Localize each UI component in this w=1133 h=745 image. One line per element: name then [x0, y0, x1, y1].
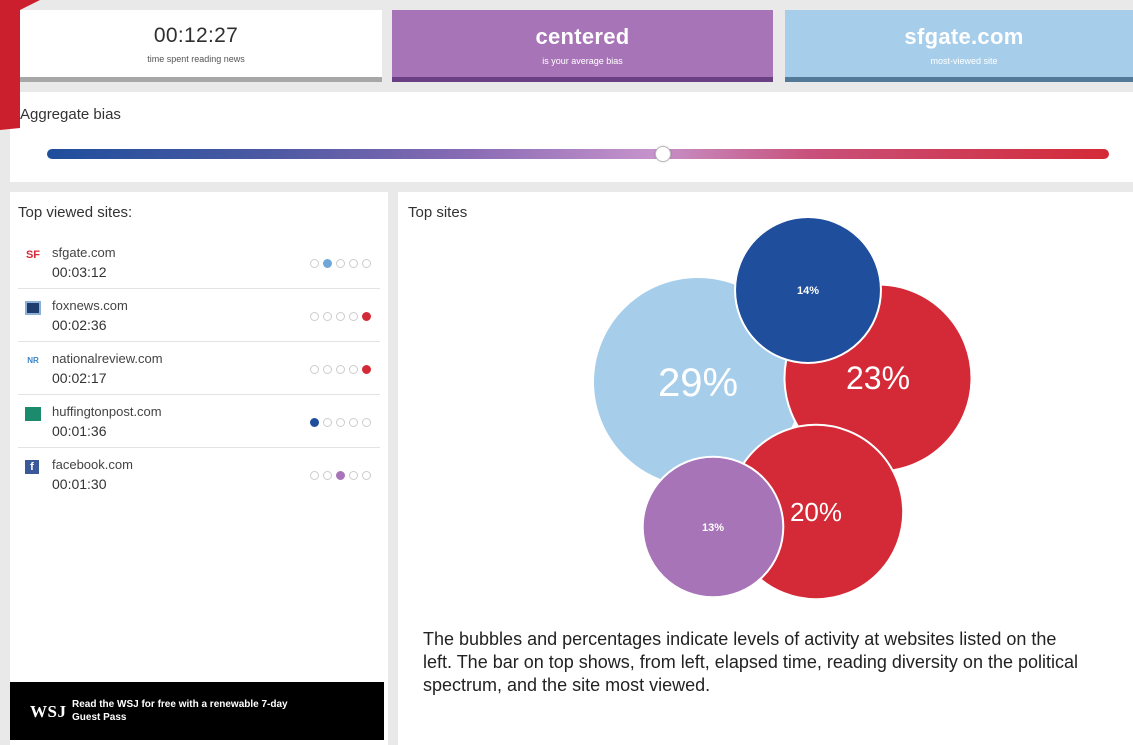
- aggregate-bias-panel: Aggregate bias: [10, 92, 1133, 182]
- time-spent-card: 00:12:27 time spent reading news: [10, 10, 382, 82]
- bias-dot: [323, 312, 332, 321]
- bubble-label: 20%: [790, 497, 842, 527]
- average-bias-caption: is your average bias: [542, 56, 623, 66]
- site-name[interactable]: sfgate.com: [52, 245, 116, 260]
- bias-dot: [349, 312, 358, 321]
- bias-dot: [362, 471, 371, 480]
- bias-dot: [336, 418, 345, 427]
- bias-dots: [310, 471, 380, 481]
- most-viewed-caption: most-viewed site: [930, 56, 998, 66]
- bias-dot: [310, 365, 319, 374]
- bias-dot: [310, 259, 319, 268]
- bubble-label: 29%: [658, 361, 738, 405]
- bias-dot: [349, 418, 358, 427]
- bias-dot-active: [310, 418, 319, 427]
- bias-dots: [310, 365, 380, 375]
- bubble-label: 23%: [846, 360, 910, 396]
- nationalreview-icon: NR: [27, 356, 39, 365]
- most-viewed-underline: [785, 77, 1133, 82]
- bias-dot: [362, 259, 371, 268]
- foxnews-icon: [25, 301, 41, 315]
- average-bias-value: centered: [535, 24, 630, 49]
- bias-dot-active: [362, 365, 371, 374]
- bubble-chart: 29% 23% 20% 14% 13%: [592, 216, 973, 601]
- explanation-caption: The bubbles and percentages indicate lev…: [423, 629, 1079, 695]
- bubble-label: 14%: [797, 285, 819, 297]
- bias-dot-active: [362, 312, 371, 321]
- bias-dot: [362, 418, 371, 427]
- bias-gradient-bar: [47, 149, 1109, 159]
- top-viewed-heading: Top viewed sites:: [18, 204, 133, 221]
- site-row[interactable]: f facebook.com 00:01:30: [18, 448, 380, 501]
- time-spent-value: 00:12:27: [153, 24, 239, 47]
- stats-bar: 00:12:27 time spent reading news centere…: [10, 10, 1133, 82]
- site-time: 00:02:17: [52, 370, 107, 386]
- bias-dot: [310, 312, 319, 321]
- site-time: 00:03:12: [52, 264, 107, 280]
- bias-dots: [310, 312, 380, 322]
- site-name[interactable]: foxnews.com: [52, 298, 128, 313]
- bias-dot: [323, 471, 332, 480]
- site-time: 00:02:36: [52, 317, 107, 333]
- average-bias-underline: [392, 77, 773, 82]
- site-name[interactable]: huffingtonpost.com: [52, 404, 162, 419]
- facebook-icon: f: [25, 460, 39, 474]
- wsj-ad-banner[interactable]: WSJ Read the WSJ for free with a renewab…: [10, 682, 384, 740]
- bias-dot: [336, 312, 345, 321]
- site-time: 00:01:36: [52, 423, 107, 439]
- site-name[interactable]: nationalreview.com: [52, 351, 163, 366]
- time-spent-caption: time spent reading news: [147, 54, 245, 64]
- bias-dot: [349, 365, 358, 374]
- bias-indicator-knob: [654, 146, 671, 162]
- most-viewed-value: sfgate.com: [904, 24, 1024, 49]
- wsj-ad-text: Read the WSJ for free with a renewable 7…: [72, 699, 288, 723]
- top-viewed-sites-panel: Top viewed sites: SF sfgate.com 00:03:12 fo…: [10, 192, 388, 745]
- bias-dot: [336, 259, 345, 268]
- bias-dot: [349, 259, 358, 268]
- average-bias-card: centered is your average bias: [392, 10, 773, 82]
- site-row[interactable]: huffingtonpost.com 00:01:36: [18, 395, 380, 448]
- site-row[interactable]: SF sfgate.com 00:03:12: [18, 236, 380, 289]
- bias-dot: [323, 365, 332, 374]
- bias-dot-active: [336, 471, 345, 480]
- bubble-label: 13%: [702, 522, 724, 534]
- most-viewed-card: sfgate.com most-viewed site: [785, 10, 1133, 82]
- bias-dot: [336, 365, 345, 374]
- bias-dot-active: [323, 259, 332, 268]
- bias-dots: [310, 418, 380, 428]
- sfgate-icon: SF: [25, 249, 41, 261]
- time-spent-underline: [10, 77, 382, 82]
- site-list: SF sfgate.com 00:03:12 foxnews.com 00:02:36 N…: [10, 236, 388, 501]
- site-time: 00:01:30: [52, 476, 107, 492]
- site-row[interactable]: foxnews.com 00:02:36: [18, 289, 380, 342]
- site-name[interactable]: facebook.com: [52, 457, 133, 472]
- bias-dot: [323, 418, 332, 427]
- site-row[interactable]: NR nationalreview.com 00:02:17: [18, 342, 380, 395]
- bias-dots: [310, 259, 380, 269]
- bias-dot: [310, 471, 319, 480]
- top-sites-panel: Top sites 29% 23% 20% 14% 13% The bubbles an…: [398, 192, 1133, 745]
- wsj-logo: WSJ: [30, 702, 67, 721]
- huffingtonpost-icon: [25, 407, 41, 421]
- bias-dot: [349, 471, 358, 480]
